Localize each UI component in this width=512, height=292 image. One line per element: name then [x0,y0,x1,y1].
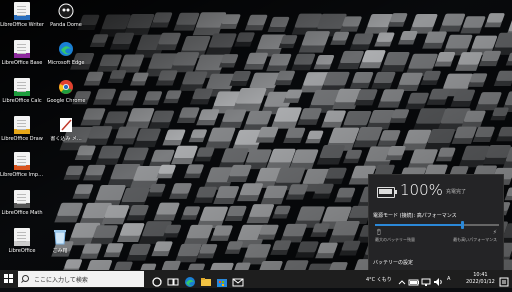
clock-time: 10:41 [466,272,495,279]
desktop-icon-writer[interactable]: LibreOffice Writer [0,2,44,28]
battery-flyout: 100% 充電完了 電源モード (接続): 高パフォーマンス 🔋︎ ⚡︎ 最大の… [368,174,504,273]
impress-icon [14,152,30,170]
desktop-icon-recycle-bin[interactable]: ごみ箱 [38,228,82,254]
network-icon[interactable] [420,273,432,285]
desktop-icon-label: LibreOffice Writer [0,22,44,28]
edge-taskbar-icon[interactable] [184,273,196,285]
store-icon[interactable] [216,273,228,285]
math-icon [14,190,30,208]
power-mode-slider[interactable] [375,224,499,226]
libreoffice-icon [14,228,30,246]
desktop-icon-label: ごみ箱 [38,248,82,254]
battery-tray-icon[interactable] [408,273,420,285]
desktop-icon-impress[interactable]: LibreOffice Impress [0,152,44,178]
desktop-icon-edge[interactable]: Microsoft Edge [44,40,88,66]
slider-thumb[interactable] [461,221,464,229]
cortana-icon[interactable] [151,273,163,285]
start-button[interactable] [4,274,14,284]
weather-text[interactable]: 4°C くもり [366,276,392,283]
performance-icon: ⚡︎ [493,229,497,236]
file-explorer-icon[interactable] [200,273,212,285]
notepad-icon [58,116,74,134]
draw-icon [14,116,30,134]
taskbar: ここに入力して検索 4°C くもり A 10:41 2022/01/12 [0,270,512,288]
battery-settings-link[interactable]: バッテリーの設定 [373,259,413,266]
desktop-icon-label: Google Chrome [44,98,88,104]
calc-icon [14,78,30,96]
search-placeholder: ここに入力して検索 [34,275,88,284]
clock-date: 2022/01/12 [466,279,495,286]
desktop-icon-label: LibreOffice Base [0,60,44,66]
battery-percent: 100% [400,181,443,199]
taskbar-search-box[interactable]: ここに入力して検索 [18,271,144,287]
charge-status: 充電完了 [446,188,466,195]
desktop-icon-label: LibreOffice Impress [0,172,44,178]
show-hidden-icons-chevron-icon[interactable] [396,273,408,285]
desktop-icon-label: 書く込み メ... [44,136,88,142]
desktop-icon-calc[interactable]: LibreOffice Calc [0,78,44,104]
chrome-icon [58,78,74,96]
desktop-icon-chrome[interactable]: Google Chrome [44,78,88,104]
ime-indicator[interactable]: A [447,276,450,282]
volume-icon[interactable] [432,273,444,285]
task-view-icon[interactable] [167,273,179,285]
desktop-icon-notepad[interactable]: 書く込み メ... [44,116,88,142]
desktop-icon-label: LibreOffice Math [0,210,44,216]
mail-icon[interactable] [232,273,244,285]
desktop-icon-label: Microsoft Edge [44,60,88,66]
desktop-icon-label: Panda Dome [44,22,88,28]
slider-left-label: 最大のバッテリー残量 [375,237,415,243]
search-icon [22,275,29,282]
desktop-icon-draw[interactable]: LibreOffice Draw [0,116,44,142]
panda-dome-icon [58,2,74,20]
slider-fill [375,224,462,226]
base-icon [14,40,30,58]
recycle-bin-icon [52,228,68,246]
notification-center-icon[interactable] [498,273,510,285]
slider-right-label: 最も高いパフォーマンス [453,237,497,243]
edge-icon [58,40,74,58]
desktop-icon-label: LibreOffice Calc [0,98,44,104]
desktop-icon-base[interactable]: LibreOffice Base [0,40,44,66]
desktop-icon-panda-dome[interactable]: Panda Dome [44,2,88,28]
desktop-icon-math[interactable]: LibreOffice Math [0,190,44,216]
desktop-icon-label: LibreOffice Draw [0,136,44,142]
battery-icon [377,187,395,198]
power-mode-label: 電源モード (接続): 高パフォーマンス [373,212,457,219]
clock[interactable]: 10:41 2022/01/12 [466,272,495,286]
writer-icon [14,2,30,20]
battery-saver-icon: 🔋︎ [375,229,383,236]
